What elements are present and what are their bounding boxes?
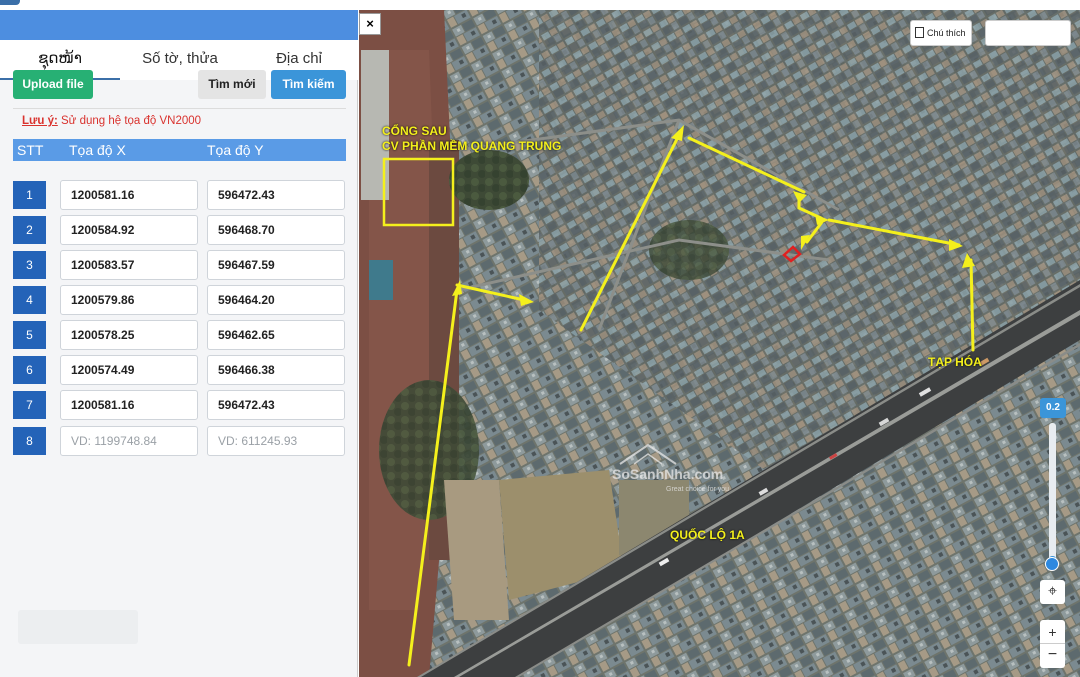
- search-button[interactable]: Tìm kiếm: [271, 70, 346, 99]
- y-coordinate-input[interactable]: 596468.70: [207, 215, 345, 245]
- top-blip: [0, 0, 20, 5]
- table-row: 4 1200579.86 596464.20: [13, 285, 346, 315]
- table-row: 8 VD: 1199748.84 VD: 611245.93: [13, 426, 346, 456]
- zoom-in-button[interactable]: +: [1040, 620, 1065, 644]
- header-x: Tọa độ X: [69, 142, 126, 158]
- note-text: Sử dụng hệ tọa độ VN2000: [57, 115, 202, 127]
- x-coordinate-input[interactable]: 1200581.16: [60, 180, 198, 210]
- x-coordinate-input[interactable]: VD: 1199748.84: [60, 426, 198, 456]
- watermark-text: SoSanhNha.com: [612, 466, 724, 482]
- upload-file-button[interactable]: Upload file: [13, 70, 93, 99]
- label-software-park: CV PHẦN MỀM QUANG TRUNG: [382, 139, 562, 153]
- x-coordinate-input[interactable]: 1200583.57: [60, 250, 198, 280]
- header-stt: STT: [17, 142, 44, 158]
- panel-header-bar: [0, 10, 358, 40]
- table-row: 6 1200574.49 596466.38: [13, 355, 346, 385]
- row-number: 2: [13, 216, 46, 244]
- label-back-gate: CỔNG SAU: [382, 124, 447, 138]
- label-grocery: TẠP HÓA: [928, 355, 982, 369]
- blurred-box: [18, 610, 138, 644]
- x-coordinate-input[interactable]: 1200584.92: [60, 215, 198, 245]
- x-coordinate-input[interactable]: 1200579.86: [60, 285, 198, 315]
- label-highway: QUỐC LỘ 1A: [670, 528, 745, 542]
- table-row: 5 1200578.25 596462.65: [13, 320, 346, 350]
- row-number: 5: [13, 321, 46, 349]
- y-coordinate-input[interactable]: 596472.43: [207, 390, 345, 420]
- document-icon: [915, 27, 924, 39]
- zoom-slider-track[interactable]: [1049, 423, 1056, 565]
- y-coordinate-input[interactable]: 596462.65: [207, 320, 345, 350]
- coordinates-table-header: STT Tọa độ X Tọa độ Y: [13, 139, 346, 161]
- table-row: 7 1200581.16 596472.43: [13, 390, 346, 420]
- new-search-button[interactable]: Tìm mới: [198, 70, 266, 99]
- watermark-tagline: Great choice for you: [666, 486, 730, 493]
- map-imagery: [359, 10, 1080, 677]
- row-number: 8: [13, 427, 46, 455]
- y-coordinate-input[interactable]: 596467.59: [207, 250, 345, 280]
- zoom-value-badge: 0.2: [1040, 398, 1066, 418]
- y-coordinate-input[interactable]: 596472.43: [207, 180, 345, 210]
- row-number: 3: [13, 251, 46, 279]
- map-search-input[interactable]: [985, 20, 1071, 46]
- route-line: [969, 258, 975, 352]
- legend-button-label: Chú thích: [927, 28, 966, 38]
- row-number: 6: [13, 356, 46, 384]
- close-panel-button[interactable]: ×: [359, 13, 381, 35]
- locate-button[interactable]: ⌖: [1040, 580, 1065, 604]
- x-coordinate-input[interactable]: 1200574.49: [60, 355, 198, 385]
- tab-address-label: Địa chỉ: [276, 50, 322, 67]
- y-coordinate-input[interactable]: 596464.20: [207, 285, 345, 315]
- y-coordinate-input[interactable]: 596466.38: [207, 355, 345, 385]
- satellite-map[interactable]: [359, 10, 1080, 677]
- row-number: 1: [13, 181, 46, 209]
- house-logo-icon: [619, 443, 677, 465]
- zoom-out-button[interactable]: −: [1040, 644, 1065, 668]
- table-row: 1 1200581.16 596472.43: [13, 180, 346, 210]
- tab-coordinates-label: ຊຸດໜ້າ: [38, 50, 82, 67]
- table-row: 3 1200583.57 596467.59: [13, 250, 346, 280]
- x-coordinate-input[interactable]: 1200581.16: [60, 390, 198, 420]
- header-y: Tọa độ Y: [207, 142, 264, 158]
- note-label: Lưu ý:: [22, 115, 58, 127]
- x-coordinate-input[interactable]: 1200578.25: [60, 320, 198, 350]
- row-number: 7: [13, 391, 46, 419]
- legend-button[interactable]: Chú thích: [910, 20, 972, 46]
- divider: [13, 108, 346, 109]
- row-number: 4: [13, 286, 46, 314]
- table-row: 2 1200584.92 596468.70: [13, 215, 346, 245]
- tab-sheet-parcel-label: Số tờ, thửa: [142, 50, 218, 67]
- zoom-slider-handle[interactable]: [1045, 557, 1059, 571]
- y-coordinate-input[interactable]: VD: 611245.93: [207, 426, 345, 456]
- top-strip: [0, 0, 1080, 10]
- coordinate-system-note: Lưu ý: Sử dụng hệ tọa độ VN2000: [22, 115, 201, 127]
